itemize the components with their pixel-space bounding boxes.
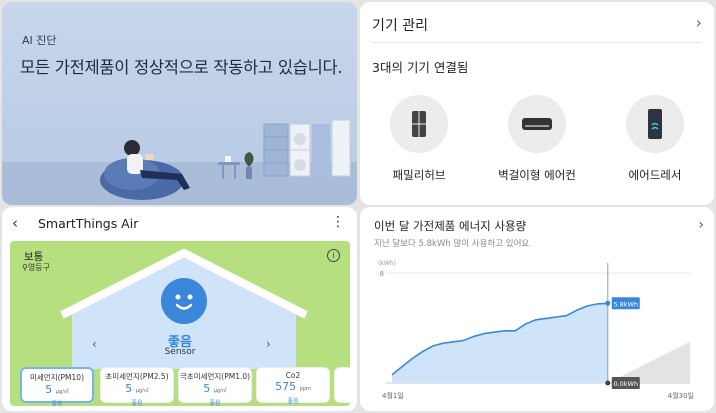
living-room-illustration [100,119,351,200]
airdresser-icon [626,95,684,153]
current-value-label: 5.8kWh [613,300,638,308]
device-family-hub[interactable]: 패밀리허브 [364,95,474,183]
device-label: 에어드레서 [628,168,682,182]
tile-name: 미세먼지(PM10) [30,373,84,382]
tile-pm1[interactable]: 극초미세먼지(PM1.0) 5 μg/㎥ 좋음 [178,367,252,406]
tile-value: 5 μg/㎥ [203,382,227,395]
device-label: 패밀리허브 [392,168,446,182]
tile-value: 5 μg/㎥ [125,382,149,395]
sensor-label: Sensor [164,347,196,357]
location-label: ⚲영등구 [22,263,50,272]
tile-partial[interactable] [334,367,350,403]
tile-value: 5 μg/㎥ [45,383,69,396]
y-axis-unit: (kWh) [378,260,396,267]
x-end-label: 4월30일 [668,391,694,400]
chevron-right-icon[interactable]: › [696,13,702,32]
device-label: 벽걸이형 에어컨 [498,168,576,182]
air-quality-panel: 보통 ⚲영등구 i ‹ › 좋음 Sensor 미세먼지(PM10) 5 μg/… [10,241,350,406]
tile-pm10[interactable]: 미세먼지(PM10) 5 μg/㎥ 좋음 [20,367,94,406]
usage-area [392,303,608,383]
baseline-label: 0.0kWh [613,380,638,388]
smiley-face-icon [161,278,207,324]
air-header: ‹ SmartThings Air ⋮ [2,207,357,241]
tile-status: 좋음 [287,398,299,405]
tile-status: 좋음 [131,400,143,406]
projection-area [607,341,690,383]
connected-count: 3대의 기기 연결됨 [372,60,469,75]
tile-name: 극초미세먼지(PM1.0) [179,372,251,381]
air-conditioner-icon [508,95,566,153]
tile-status: 좋음 [209,400,221,406]
tile-pm25[interactable]: 초미세먼지(PM2.5) 5 μg/㎥ 좋음 [100,367,174,406]
tile-status: 좋음 [51,401,63,406]
air-title: SmartThings Air [38,216,139,231]
y-tick-label: 8 [380,270,384,278]
energy-chart: (kWh) 8 5.8kWh 0.0kWh 4월1일 4월30일 [378,260,694,400]
device-management-card: 기기 관리 › 3대의 기기 연결됨 패밀리허브 벽걸이형 에어컨 에어드레서 [360,2,714,205]
more-options-icon[interactable]: ⋮ [331,214,345,230]
current-point [605,300,611,306]
divider [372,42,702,43]
baseline-point [605,380,611,386]
info-icon[interactable]: i [327,249,340,262]
dashboard: AI 진단 모든 가전제품이 정상적으로 작동하고 있습니다. 기기 관리 › … [0,0,716,413]
device-management-title[interactable]: 기기 관리 [372,15,428,35]
tile-name: 초미세먼지(PM2.5) [105,372,169,381]
back-arrow-icon[interactable]: ‹ [12,214,18,232]
device-wall-aircon[interactable]: 벽걸이형 에어컨 [482,95,592,183]
ai-diagnosis-card[interactable]: AI 진단 모든 가전제품이 정상적으로 작동하고 있습니다. [2,2,357,205]
x-start-label: 4월1일 [382,391,404,400]
energy-usage-card: 이번 달 가전제품 에너지 사용량 › 지난 달보다 5.8kWh 많이 사용하… [360,207,714,411]
tile-name: Co2 [285,371,301,380]
refrigerator-icon [390,95,448,153]
tile-co2[interactable]: Co2 575 ppm 좋음 [256,367,330,405]
device-airdresser[interactable]: 에어드레서 [600,95,710,183]
tile-value: 575 ppm [275,380,311,393]
smartthings-air-card: ‹ SmartThings Air ⋮ 보통 ⚲영등구 i ‹ › 좋음 Sen… [2,207,357,411]
